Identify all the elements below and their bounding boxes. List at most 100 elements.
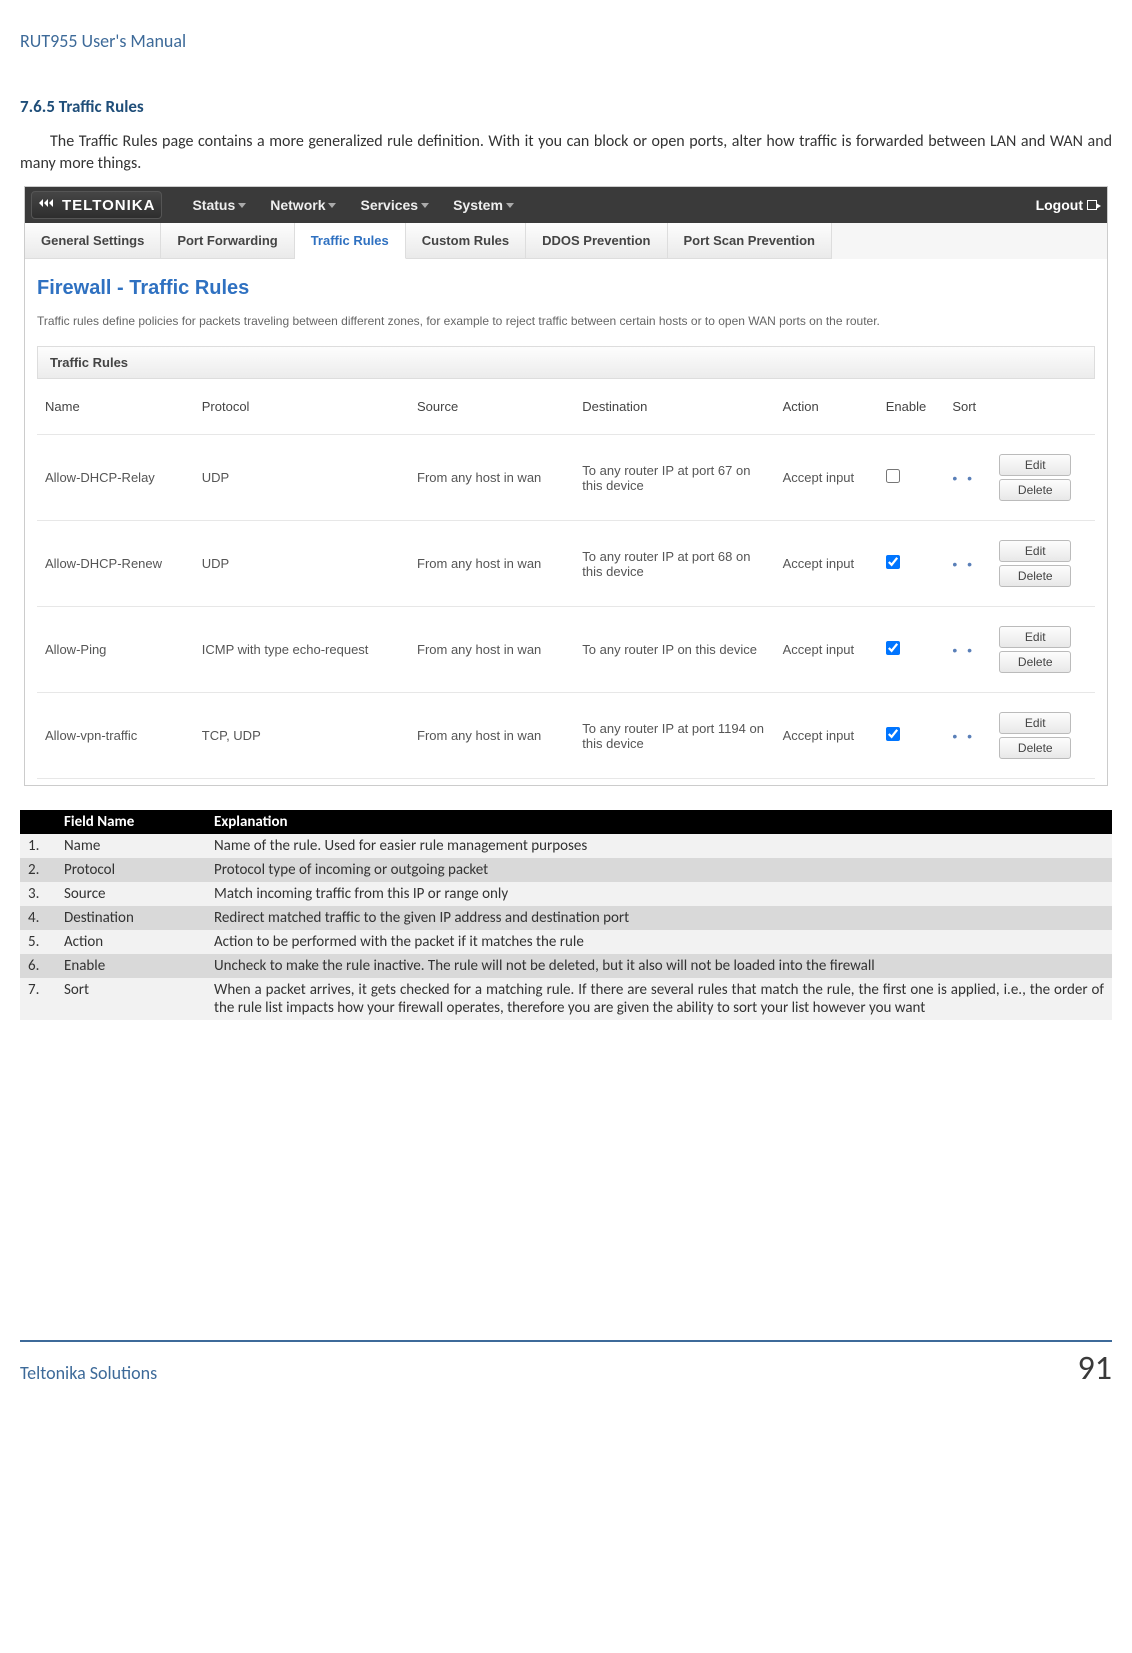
edit-button[interactable]: Edit [999, 540, 1071, 562]
col-protocol: Protocol [194, 379, 409, 435]
chevron-down-icon [328, 203, 336, 208]
field-name: Protocol [56, 858, 206, 882]
field-exp: Match incoming traffic from this IP or r… [206, 882, 1112, 906]
panel-description: Traffic rules define policies for packet… [37, 314, 1095, 328]
rule-source: From any host in wan [409, 693, 574, 779]
field-table-head-exp: Explanation [206, 810, 1112, 834]
field-row: 6.EnableUncheck to make the rule inactiv… [20, 954, 1112, 978]
enable-checkbox[interactable] [886, 469, 900, 483]
subnav-general-settings[interactable]: General Settings [25, 223, 161, 259]
brand-logo-label[interactable]: TELTONIKA [31, 191, 162, 219]
rule-destination: To any router IP at port 67 on this devi… [574, 435, 774, 521]
edit-button[interactable]: Edit [999, 626, 1071, 648]
topnav-network-label: Network [270, 197, 325, 213]
table-row: Allow-PingICMP with type echo-requestFro… [37, 607, 1095, 693]
page-number: 91 [1078, 1348, 1112, 1389]
field-exp: Action to be performed with the packet i… [206, 930, 1112, 954]
field-exp: Name of the rule. Used for easier rule m… [206, 834, 1112, 858]
topnav-network[interactable]: Network [270, 197, 336, 213]
chevron-down-icon [238, 203, 246, 208]
rule-destination: To any router IP on this device [574, 607, 774, 693]
rule-name: Allow-DHCP-Renew [37, 521, 194, 607]
rule-destination: To any router IP at port 68 on this devi… [574, 521, 774, 607]
sort-handle-icon[interactable]: • • [952, 642, 975, 658]
top-bar: TELTONIKA Status Network Services System… [25, 187, 1107, 223]
sort-handle-icon[interactable]: • • [952, 728, 975, 744]
rule-name: Allow-Ping [37, 607, 194, 693]
topnav-status[interactable]: Status [192, 197, 246, 213]
col-source: Source [409, 379, 574, 435]
section-box-header: Traffic Rules [37, 346, 1095, 379]
field-num: 1. [20, 834, 56, 858]
enable-checkbox[interactable] [886, 641, 900, 655]
page-footer: Teltonika Solutions 91 [20, 1340, 1112, 1389]
delete-button[interactable]: Delete [999, 737, 1071, 759]
subnav-port-scan-prevention[interactable]: Port Scan Prevention [668, 223, 832, 259]
panel-title: Firewall - Traffic Rules [37, 277, 1095, 300]
field-name: Enable [56, 954, 206, 978]
chevron-down-icon [421, 203, 429, 208]
rule-source: From any host in wan [409, 521, 574, 607]
rule-enable-cell [878, 521, 945, 607]
rule-name: Allow-DHCP-Relay [37, 435, 194, 521]
sub-nav: General Settings Port Forwarding Traffic… [25, 223, 1107, 259]
col-name: Name [37, 379, 194, 435]
chevron-down-icon [506, 203, 514, 208]
rules-table-head: Name Protocol Source Destination Action … [37, 379, 1095, 435]
col-sort: Sort [944, 379, 991, 435]
subnav-ddos-prevention[interactable]: DDOS Prevention [526, 223, 667, 259]
rule-actions-cell: Edit Delete [991, 693, 1095, 779]
edit-button[interactable]: Edit [999, 712, 1071, 734]
rule-actions-cell: Edit Delete [991, 607, 1095, 693]
col-action: Action [775, 379, 878, 435]
rule-action: Accept input [775, 693, 878, 779]
edit-button[interactable]: Edit [999, 454, 1071, 476]
rule-action: Accept input [775, 607, 878, 693]
delete-button[interactable]: Delete [999, 565, 1071, 587]
rule-actions-cell: Edit Delete [991, 521, 1095, 607]
field-explanation-table: Field Name Explanation 1.NameName of the… [20, 810, 1112, 1020]
rule-sort-cell: • • [944, 607, 991, 693]
enable-checkbox[interactable] [886, 555, 900, 569]
footer-left: Teltonika Solutions [20, 1362, 157, 1384]
logout-link[interactable]: Logout [1036, 197, 1097, 213]
subnav-custom-rules[interactable]: Custom Rules [406, 223, 526, 259]
field-row: 5.ActionAction to be performed with the … [20, 930, 1112, 954]
topnav-system-label: System [453, 197, 503, 213]
field-name: Destination [56, 906, 206, 930]
rule-source: From any host in wan [409, 435, 574, 521]
sort-handle-icon[interactable]: • • [952, 556, 975, 572]
field-num: 4. [20, 906, 56, 930]
field-name: Name [56, 834, 206, 858]
field-row: 4.DestinationRedirect matched traffic to… [20, 906, 1112, 930]
topnav-status-label: Status [192, 197, 235, 213]
table-row: Allow-DHCP-RelayUDPFrom any host in wanT… [37, 435, 1095, 521]
intro-paragraph: The Traffic Rules page contains a more g… [20, 131, 1112, 174]
field-row: 2.ProtocolProtocol type of incoming or o… [20, 858, 1112, 882]
sort-handle-icon[interactable]: • • [952, 470, 975, 486]
rules-table: Name Protocol Source Destination Action … [37, 379, 1095, 779]
subnav-traffic-rules[interactable]: Traffic Rules [295, 223, 406, 259]
topnav-system[interactable]: System [453, 197, 514, 213]
delete-button[interactable]: Delete [999, 651, 1071, 673]
rule-enable-cell [878, 693, 945, 779]
field-name: Action [56, 930, 206, 954]
field-table-head-blank [20, 810, 56, 834]
field-num: 2. [20, 858, 56, 882]
topnav-services[interactable]: Services [360, 197, 429, 213]
rule-action: Accept input [775, 521, 878, 607]
enable-checkbox[interactable] [886, 727, 900, 741]
field-exp: Protocol type of incoming or outgoing pa… [206, 858, 1112, 882]
brand-text: TELTONIKA [62, 197, 155, 214]
subnav-port-forwarding[interactable]: Port Forwarding [161, 223, 294, 259]
field-name: Sort [56, 978, 206, 1020]
rule-destination: To any router IP at port 1194 on this de… [574, 693, 774, 779]
rule-source: From any host in wan [409, 607, 574, 693]
delete-button[interactable]: Delete [999, 479, 1071, 501]
field-exp: Redirect matched traffic to the given IP… [206, 906, 1112, 930]
teltonika-logo-icon [38, 196, 56, 214]
rule-protocol: UDP [194, 435, 409, 521]
field-num: 6. [20, 954, 56, 978]
topnav-services-label: Services [360, 197, 418, 213]
doc-header: RUT955 User's Manual [20, 30, 1112, 56]
